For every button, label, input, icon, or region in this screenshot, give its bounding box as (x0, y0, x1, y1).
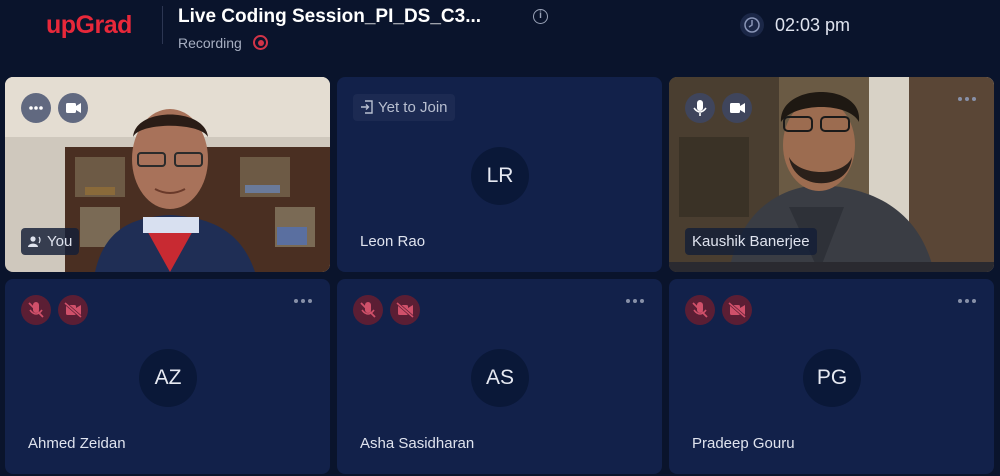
camera-off-icon (58, 295, 88, 325)
top-bar: upGrad Live Coding Session_PI_DS_C3... R… (0, 0, 1000, 66)
camera-icon (722, 93, 752, 123)
recording-label: Recording (178, 35, 242, 51)
participant-name: Ahmed Zeidan (28, 435, 126, 452)
current-time: 02:03 pm (775, 15, 851, 35)
participant-tile-asha-sasidharan[interactable]: AS Asha Sasidharan (337, 279, 662, 474)
more-options-icon[interactable] (958, 297, 978, 305)
participant-name-you: You (21, 228, 80, 255)
participant-tile-you[interactable]: You (5, 77, 330, 272)
participant-tile-kaushik-banerjee[interactable]: Kaushik Banerjee (669, 77, 994, 272)
user-icon (28, 236, 41, 247)
info-icon[interactable] (533, 9, 548, 24)
mic-muted-icon (685, 295, 715, 325)
participant-tile-leon-rao[interactable]: Yet to Join LR Leon Rao (337, 77, 662, 272)
participant-name: Kaushik Banerjee (685, 228, 817, 255)
more-options-icon[interactable] (958, 95, 978, 103)
camera-off-icon (722, 295, 752, 325)
more-options-icon[interactable] (626, 297, 646, 305)
camera-off-icon (390, 295, 420, 325)
more-options-icon[interactable] (294, 297, 314, 305)
mic-muted-icon (353, 295, 383, 325)
clock-icon (740, 13, 764, 37)
avatar: AS (471, 349, 529, 407)
participant-name: Leon Rao (360, 233, 426, 250)
brand-logo: upGrad (46, 11, 132, 39)
participant-tile-pradeep-gouru[interactable]: PG Pradeep Gouru (669, 279, 994, 474)
avatar: AZ (139, 349, 197, 407)
camera-icon[interactable] (58, 93, 88, 123)
avatar: PG (803, 349, 861, 407)
participant-tile-ahmed-zeidan[interactable]: AZ Ahmed Zeidan (5, 279, 330, 474)
microphone-icon (685, 93, 715, 123)
header-divider (162, 6, 163, 44)
mic-muted-icon (21, 295, 51, 325)
join-status-badge: Yet to Join (353, 94, 455, 121)
participant-name: Asha Sasidharan (360, 435, 475, 452)
more-options-button[interactable] (21, 93, 51, 123)
recording-indicator-icon (253, 35, 268, 50)
session-title: Live Coding Session_PI_DS_C3... (178, 6, 482, 27)
enter-icon (361, 100, 373, 114)
avatar: LR (471, 147, 529, 205)
participant-name: Pradeep Gouru (692, 435, 795, 452)
